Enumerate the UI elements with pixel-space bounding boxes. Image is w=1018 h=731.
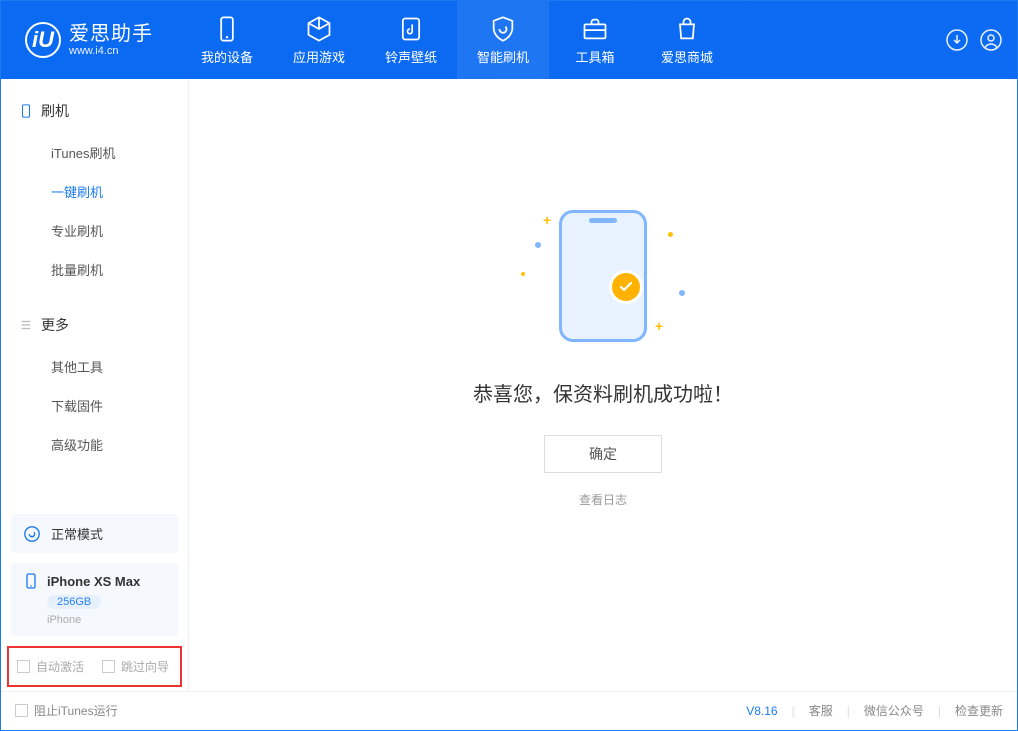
version-label: V8.16 bbox=[746, 704, 777, 718]
app-url: www.i4.cn bbox=[69, 45, 153, 57]
sidebar-item-itunes-flash[interactable]: iTunes刷机 bbox=[1, 133, 188, 172]
app-title: 爱思助手 bbox=[69, 23, 153, 45]
phone-small-icon bbox=[23, 573, 39, 589]
app-header: iU 爱思助手 www.i4.cn 我的设备 应用游戏 铃声壁纸 智能刷机 工具… bbox=[1, 1, 1017, 79]
tab-store[interactable]: 爱思商城 bbox=[641, 1, 733, 79]
checkbox-icon bbox=[17, 660, 30, 673]
checkbox-icon bbox=[102, 660, 115, 673]
bag-icon bbox=[673, 15, 701, 43]
check-badge-icon bbox=[609, 270, 643, 304]
sidebar-section-more: 更多 bbox=[1, 307, 188, 343]
toolbox-icon bbox=[581, 15, 609, 43]
sidebar: 刷机 iTunes刷机 一键刷机 专业刷机 批量刷机 更多 其他工具 下载固件 … bbox=[1, 79, 189, 691]
window-controls bbox=[933, 11, 1003, 29]
tab-my-device[interactable]: 我的设备 bbox=[181, 1, 273, 79]
options-highlight-box: 自动激活 跳过向导 bbox=[7, 646, 182, 687]
ok-button[interactable]: 确定 bbox=[544, 435, 662, 473]
logo-icon: iU bbox=[25, 22, 61, 58]
footer-bar: 阻止iTunes运行 V8.16 | 客服 | 微信公众号 | 检查更新 bbox=[1, 691, 1017, 729]
success-illustration: ++ bbox=[513, 202, 693, 352]
user-icon[interactable] bbox=[979, 28, 1003, 52]
device-icon bbox=[19, 104, 33, 118]
tab-apps[interactable]: 应用游戏 bbox=[273, 1, 365, 79]
sidebar-item-pro-flash[interactable]: 专业刷机 bbox=[1, 211, 188, 250]
nav-tabs: 我的设备 应用游戏 铃声壁纸 智能刷机 工具箱 爱思商城 bbox=[181, 1, 733, 79]
checkbox-skip-guide[interactable]: 跳过向导 bbox=[102, 658, 169, 675]
device-mode-box[interactable]: 正常模式 bbox=[11, 514, 178, 553]
sidebar-item-other-tools[interactable]: 其他工具 bbox=[1, 347, 188, 386]
device-type: iPhone bbox=[47, 614, 166, 626]
refresh-icon bbox=[23, 525, 41, 543]
tab-toolbox[interactable]: 工具箱 bbox=[549, 1, 641, 79]
header-right-icons bbox=[945, 28, 1017, 52]
sidebar-section-flash: 刷机 bbox=[1, 93, 188, 129]
tab-ringtone-wallpaper[interactable]: 铃声壁纸 bbox=[365, 1, 457, 79]
app-logo: iU 爱思助手 www.i4.cn bbox=[1, 22, 171, 58]
phone-icon bbox=[213, 15, 241, 43]
music-file-icon bbox=[397, 15, 425, 43]
device-capacity: 256GB bbox=[47, 595, 101, 609]
content-area: ++ 恭喜您，保资料刷机成功啦！ 确定 查看日志 bbox=[189, 79, 1017, 691]
sidebar-item-oneclick-flash[interactable]: 一键刷机 bbox=[1, 172, 188, 211]
device-mode-label: 正常模式 bbox=[51, 524, 103, 543]
sidebar-item-advanced[interactable]: 高级功能 bbox=[1, 425, 188, 464]
cube-icon bbox=[305, 15, 333, 43]
tab-smart-flash[interactable]: 智能刷机 bbox=[457, 1, 549, 79]
list-icon bbox=[19, 318, 33, 332]
checkbox-auto-activate[interactable]: 自动激活 bbox=[17, 658, 84, 675]
success-message: 恭喜您，保资料刷机成功啦！ bbox=[473, 378, 733, 407]
download-icon[interactable] bbox=[945, 28, 969, 52]
main-area: 刷机 iTunes刷机 一键刷机 专业刷机 批量刷机 更多 其他工具 下载固件 … bbox=[1, 79, 1017, 691]
sidebar-item-batch-flash[interactable]: 批量刷机 bbox=[1, 250, 188, 289]
wechat-link[interactable]: 微信公众号 bbox=[864, 702, 924, 719]
shield-refresh-icon bbox=[489, 15, 517, 43]
device-info-box[interactable]: iPhone XS Max 256GB iPhone bbox=[11, 563, 178, 636]
check-update-link[interactable]: 检查更新 bbox=[955, 702, 1003, 719]
checkbox-icon bbox=[15, 704, 28, 717]
support-link[interactable]: 客服 bbox=[809, 702, 833, 719]
device-name: iPhone XS Max bbox=[47, 574, 140, 589]
sidebar-item-download-firmware[interactable]: 下载固件 bbox=[1, 386, 188, 425]
view-log-link[interactable]: 查看日志 bbox=[579, 491, 627, 508]
checkbox-block-itunes[interactable]: 阻止iTunes运行 bbox=[15, 702, 118, 719]
